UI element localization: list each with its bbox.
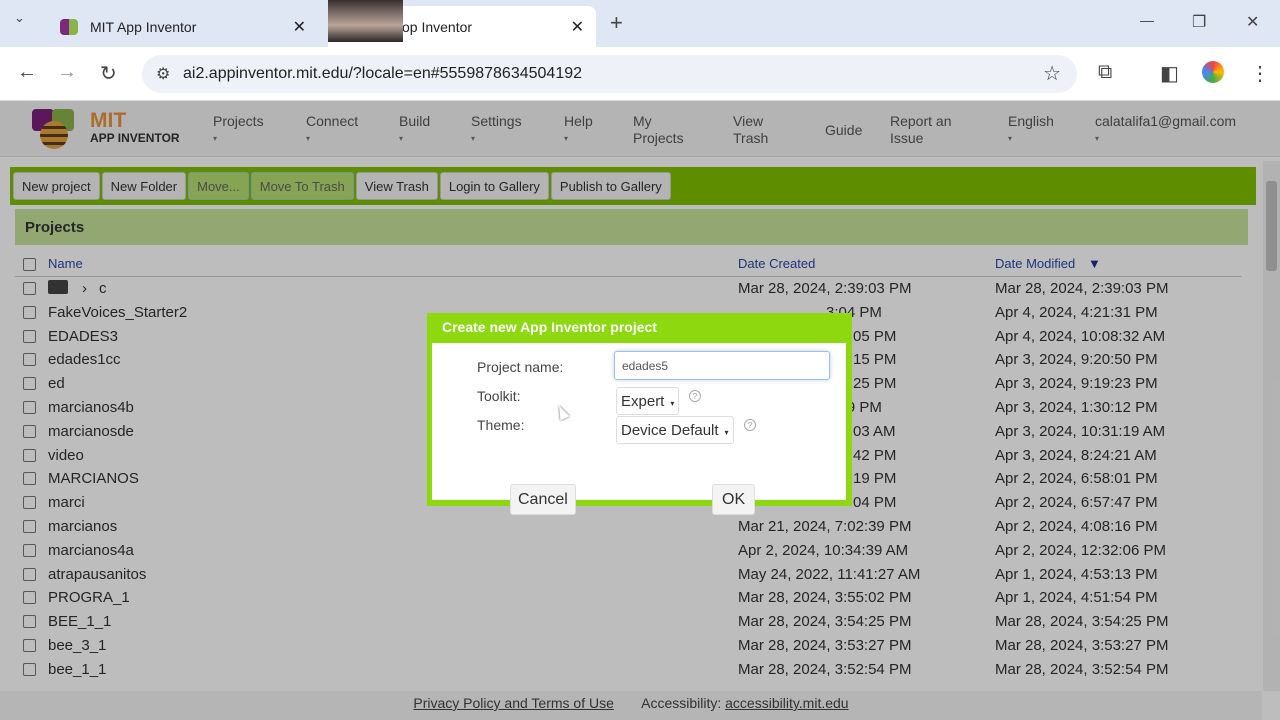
tab-title: op Inventor	[402, 18, 473, 35]
url-text: ai2.appinventor.mit.edu/?locale=en#55598…	[183, 65, 583, 82]
webcam-overlay	[328, 0, 403, 42]
theme-label: Theme:	[477, 417, 525, 433]
caret-down-icon: ▾	[670, 399, 675, 408]
app-inventor-favicon-icon	[60, 18, 78, 35]
site-info-icon[interactable]: ⚙	[156, 64, 170, 84]
forward-icon[interactable]: →	[57, 61, 77, 84]
reload-icon[interactable]: ↻	[100, 61, 117, 86]
close-window-button[interactable]: ✕	[1246, 12, 1259, 32]
toolkit-value: Expert	[621, 393, 665, 410]
project-name-label: Project name:	[477, 359, 564, 375]
bookmark-star-icon[interactable]: ☆	[1043, 61, 1061, 86]
caret-down-icon: ▾	[724, 428, 729, 437]
toolkit-select[interactable]: Expert ▾	[616, 387, 680, 415]
minimize-button[interactable]: —	[1140, 12, 1154, 28]
tab-search-button[interactable]: ⌄	[14, 10, 25, 26]
toolkit-help-icon[interactable]: ?	[689, 390, 701, 402]
create-project-dialog: Create new App Inventor project Project …	[427, 313, 852, 515]
side-panel-icon[interactable]: ◧	[1160, 61, 1179, 86]
extensions-icon[interactable]: ⧉	[1098, 61, 1112, 84]
browser-menu-icon[interactable]: ⋮	[1250, 61, 1270, 86]
tab-bar: ⌄ MIT App Inventor ✕ op Inventor ✕ + — ❐…	[0, 0, 1280, 47]
tab-close-icon[interactable]: ✕	[293, 17, 306, 37]
tab-title: MIT App Inventor	[90, 18, 197, 35]
project-name-input[interactable]: edades5	[614, 351, 830, 380]
address-bar-row: ← → ↻ ⚙ ai2.appinventor.mit.edu/?locale=…	[0, 47, 1280, 101]
cancel-button[interactable]: Cancel	[510, 484, 576, 515]
theme-select[interactable]: Device Default ▾	[616, 416, 734, 444]
url-bar[interactable]: ⚙ ai2.appinventor.mit.edu/?locale=en#555…	[142, 55, 1077, 93]
theme-help-icon[interactable]: ?	[744, 419, 756, 431]
toolkit-label: Toolkit:	[477, 388, 521, 404]
theme-value: Device Default	[621, 422, 719, 439]
tab-close-icon[interactable]: ✕	[571, 17, 584, 37]
profile-avatar[interactable]	[1202, 61, 1224, 83]
new-tab-button[interactable]: +	[610, 10, 623, 36]
dialog-title: Create new App Inventor project	[442, 319, 657, 335]
tab-app-inventor-1[interactable]: MIT App Inventor ✕	[48, 6, 318, 47]
ok-button[interactable]: OK	[712, 484, 756, 515]
dialog-body: Project name: edades5 Toolkit: Expert ▾ ?…	[432, 343, 846, 515]
restore-button[interactable]: ❐	[1192, 12, 1206, 32]
back-icon[interactable]: ←	[17, 61, 37, 84]
